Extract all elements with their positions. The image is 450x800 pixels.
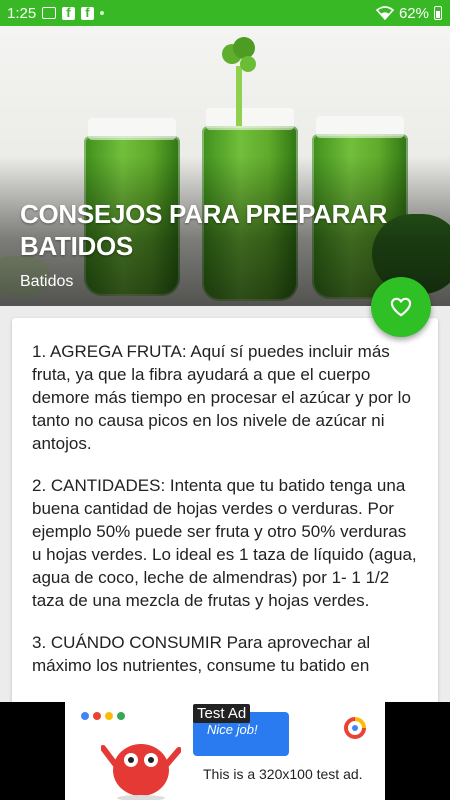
favorite-button[interactable]: [371, 277, 431, 337]
article-card[interactable]: 1. AGREGA FRUTA: Aquí sí puedes incluir …: [12, 318, 438, 718]
status-time: 1:25: [7, 4, 37, 22]
admob-logo-icon: [344, 717, 366, 739]
facebook-icon: [62, 5, 76, 20]
facebook-icon: [81, 5, 95, 20]
ad-text: This is a 320x100 test ad.: [203, 766, 363, 782]
image-icon: [42, 7, 57, 19]
article-paragraph: 2. CANTIDADES: Intenta que tu batido ten…: [32, 476, 417, 610]
article-paragraph: 1. AGREGA FRUTA: Aquí sí puedes incluir …: [32, 342, 411, 453]
hero-image: CONSEJOS PARA PREPARAR BATIDOS Batidos: [0, 26, 450, 306]
celery-leaves: [222, 37, 256, 126]
category-label: Batidos: [20, 273, 74, 290]
battery-percent: 62%: [398, 4, 429, 22]
monster-illustration: [101, 744, 181, 800]
dot-icon: [100, 11, 105, 15]
page-title: CONSEJOS PARA PREPARAR BATIDOS: [20, 199, 388, 261]
ad-banner[interactable]: Nice job! Test Ad This is a 320x100 test…: [65, 702, 385, 800]
wifi-icon: [375, 6, 394, 20]
status-bar: 1:25 62%: [0, 0, 450, 26]
battery-icon: [434, 6, 442, 20]
heart-icon: [390, 297, 412, 317]
article-paragraph: 3. CUÁNDO CONSUMIR Para aprovechar al má…: [32, 633, 371, 675]
ad-label: Test Ad: [193, 704, 251, 723]
ad-bubble-text: Nice job!: [207, 722, 258, 737]
